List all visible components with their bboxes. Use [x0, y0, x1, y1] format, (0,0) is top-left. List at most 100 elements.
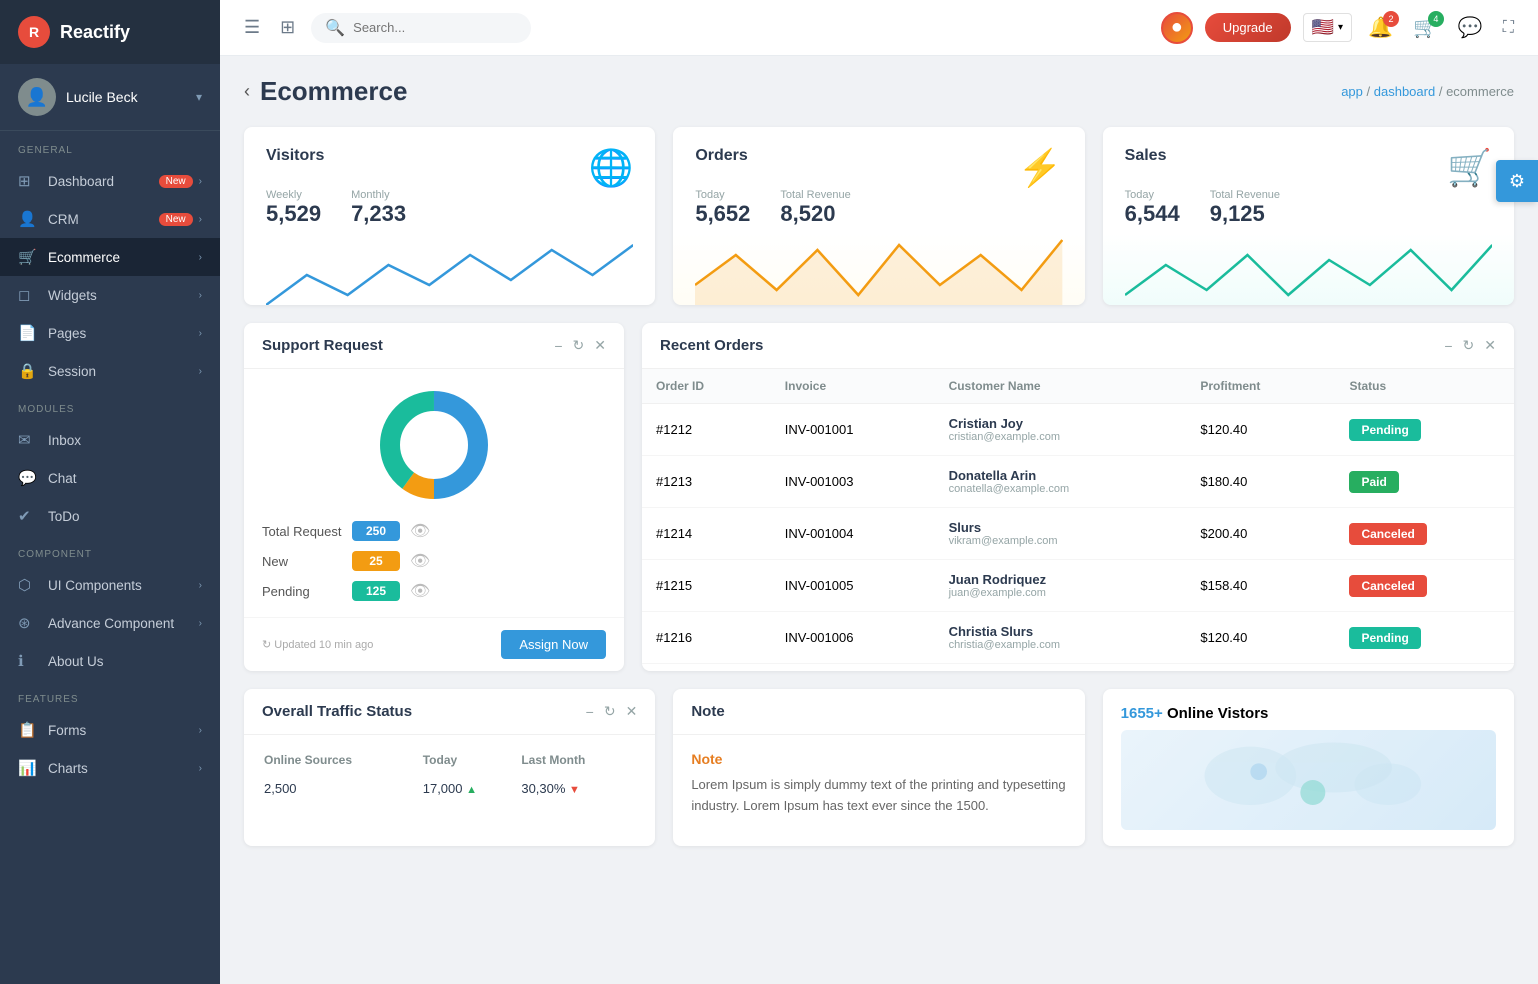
breadcrumb-dashboard[interactable]: dashboard	[1374, 84, 1435, 99]
sidebar-item-session[interactable]: 🔒 Session ›	[0, 352, 220, 390]
logo-icon: R	[18, 16, 50, 48]
sidebar-user[interactable]: 👤 Lucile Beck ▾	[0, 64, 220, 131]
invoice: INV-001001	[771, 404, 935, 456]
back-button[interactable]: ‹	[244, 81, 250, 102]
section-features: Features	[0, 680, 220, 711]
customer: Christia Slurs christia@example.com	[935, 612, 1187, 664]
crm-arrow-icon: ›	[199, 214, 202, 225]
orders-minimize-button[interactable]: −	[1444, 337, 1452, 354]
total-request-eye-icon[interactable]: 👁	[410, 521, 430, 541]
support-refresh-button[interactable]: ↻	[573, 337, 585, 354]
table-row: #1213 INV-001003 Donatella Arin conatell…	[642, 456, 1514, 508]
sidebar-item-dashboard[interactable]: ⊞ Dashboard New ›	[0, 162, 220, 200]
sidebar-label-session: Session	[48, 364, 199, 379]
pending-label: Pending	[262, 584, 342, 599]
ecommerce-arrow-icon: ›	[199, 252, 202, 263]
sidebar-item-chat[interactable]: 💬 Chat	[0, 459, 220, 497]
inbox-icon: ✉	[18, 431, 38, 449]
breadcrumb-app[interactable]: app	[1341, 84, 1363, 99]
chat-icon: 💬	[18, 469, 38, 487]
advance-icon: ⊛	[18, 614, 38, 632]
support-request-card: Support Request − ↻ ✕	[244, 323, 624, 671]
search-input[interactable]	[353, 20, 503, 35]
orders-chart	[695, 235, 1062, 305]
traffic-close-button[interactable]: ✕	[626, 703, 638, 720]
support-request-header: Support Request − ↻ ✕	[244, 323, 624, 369]
avatar-gradient-ring: ●	[1171, 16, 1183, 39]
assign-now-button[interactable]: Assign Now	[501, 630, 606, 659]
recent-orders-header: Recent Orders − ↻ ✕	[642, 323, 1514, 369]
order-id: #1214	[642, 508, 771, 560]
stat-card-sales: Sales 🛒 Today 6,544 Total Revenue 9,125	[1103, 127, 1514, 305]
customer: Slurs vikram@example.com	[935, 508, 1187, 560]
cart-icon[interactable]: 🛒 4	[1413, 15, 1438, 40]
dashboard-arrow-icon: ›	[199, 176, 202, 187]
support-close-button[interactable]: ✕	[594, 337, 606, 354]
orders-today-value: 5,652	[695, 201, 750, 226]
sidebar-item-charts[interactable]: 📊 Charts ›	[0, 749, 220, 787]
sidebar-item-inbox[interactable]: ✉ Inbox	[0, 421, 220, 459]
order-id: #1213	[642, 456, 771, 508]
page-content: ‹ Ecommerce app / dashboard / ecommerce …	[220, 56, 1538, 984]
search-box: 🔍	[311, 13, 531, 43]
sidebar-item-about-us[interactable]: ℹ About Us	[0, 642, 220, 680]
dashboard-icon: ⊞	[18, 172, 38, 190]
sidebar-label-todo: ToDo	[48, 509, 202, 524]
sidebar-item-widgets[interactable]: ◻ Widgets ›	[0, 276, 220, 314]
sidebar-item-forms[interactable]: 📋 Forms ›	[0, 711, 220, 749]
sidebar-label-forms: Forms	[48, 723, 199, 738]
pending-eye-icon[interactable]: 👁	[410, 581, 430, 601]
total-request-value: 250	[352, 521, 400, 541]
sidebar-item-todo[interactable]: ✔ ToDo	[0, 497, 220, 535]
notification-bell[interactable]: 🔔 2	[1368, 15, 1393, 40]
settings-float-button[interactable]: ⚙	[1496, 160, 1538, 202]
status: Paid	[1335, 456, 1514, 508]
status: Pending	[1335, 404, 1514, 456]
sidebar-logo: R Reactify	[0, 0, 220, 64]
table-row: #1215 INV-001005 Juan Rodriquez juan@exa…	[642, 560, 1514, 612]
traffic-col-today: Today	[423, 753, 520, 775]
user-dropdown-icon[interactable]: ▾	[196, 90, 202, 104]
profit: $158.40	[1186, 560, 1335, 612]
fullscreen-button[interactable]: ⛶	[1499, 15, 1518, 41]
language-selector[interactable]: 🇺🇸 ▾	[1303, 13, 1352, 42]
col-status: Status	[1335, 369, 1514, 404]
new-eye-icon[interactable]: 👁	[410, 551, 430, 571]
crm-badge: New	[159, 213, 193, 226]
breadcrumb-sep2: /	[1439, 84, 1446, 99]
note-header: Note	[673, 689, 1084, 735]
orders-refresh-button[interactable]: ↻	[1463, 337, 1475, 354]
sidebar-item-ecommerce[interactable]: 🛒 Ecommerce ›	[0, 238, 220, 276]
traffic-minimize-button[interactable]: −	[586, 703, 594, 720]
traffic-today: 17,000 ▲	[423, 777, 520, 800]
visitors-weekly-label: Weekly	[266, 189, 321, 201]
grid-menu-button[interactable]: ⊞	[276, 13, 299, 42]
orders-table: Order ID Invoice Customer Name Profitmen…	[642, 369, 1514, 664]
orders-close-button[interactable]: ✕	[1484, 337, 1496, 354]
traffic-refresh-button[interactable]: ↻	[604, 703, 616, 720]
sidebar-item-crm[interactable]: 👤 CRM New ›	[0, 200, 220, 238]
support-minimize-button[interactable]: −	[554, 337, 562, 354]
charts-arrow-icon: ›	[199, 763, 202, 774]
support-request-actions: − ↻ ✕	[554, 337, 606, 354]
status: Pending	[1335, 612, 1514, 664]
status: Canceled	[1335, 508, 1514, 560]
sidebar-item-ui-components[interactable]: ⬡ UI Components ›	[0, 566, 220, 604]
upgrade-button[interactable]: Upgrade	[1205, 13, 1291, 42]
invoice: INV-001005	[771, 560, 935, 612]
menu-toggle-button[interactable]: ☰	[240, 13, 264, 42]
visitors-weekly-value: 5,529	[266, 201, 321, 226]
sidebar-item-advance-component[interactable]: ⊛ Advance Component ›	[0, 604, 220, 642]
advance-arrow-icon: ›	[199, 618, 202, 629]
charts-icon: 📊	[18, 759, 38, 777]
sidebar: R Reactify 👤 Lucile Beck ▾ General ⊞ Das…	[0, 0, 220, 984]
main-content: ☰ ⊞ 🔍 ● Upgrade 🇺🇸 ▾ 🔔 2 🛒 4 💬 ⛶	[220, 0, 1538, 984]
cart-badge: 4	[1428, 11, 1444, 27]
invoice: INV-001003	[771, 456, 935, 508]
session-icon: 🔒	[18, 362, 38, 380]
flag-icon: 🇺🇸	[1312, 17, 1334, 38]
stats-row: Visitors 🌐 Weekly 5,529 Monthly 7,233	[244, 127, 1514, 305]
flag-dropdown-icon: ▾	[1338, 22, 1343, 33]
sidebar-item-pages[interactable]: 📄 Pages ›	[0, 314, 220, 352]
messages-button[interactable]: 💬	[1454, 11, 1487, 44]
